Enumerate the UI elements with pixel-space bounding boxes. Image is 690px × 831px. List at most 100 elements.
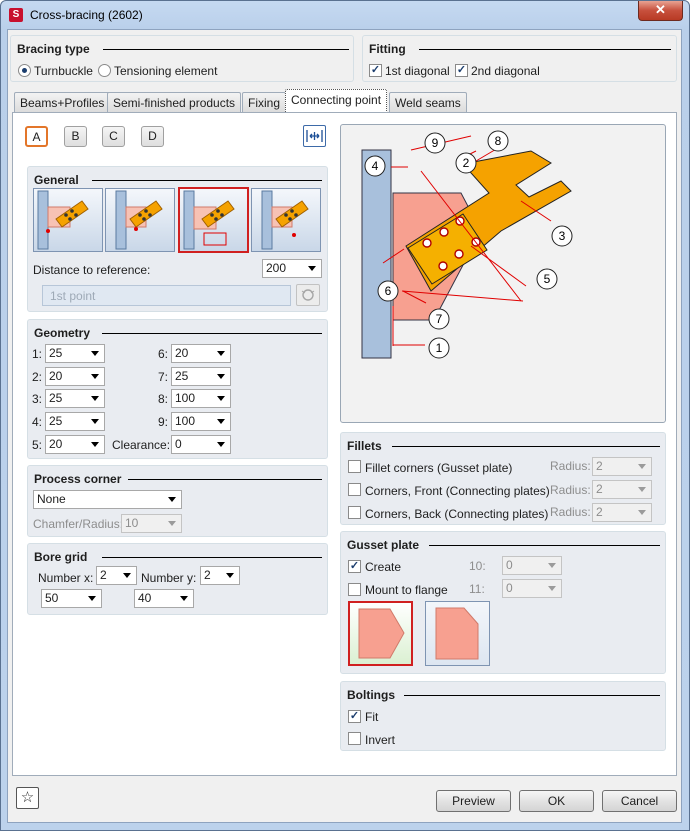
dimension-label-6: 6 bbox=[385, 284, 392, 298]
group-rule bbox=[392, 446, 660, 447]
corners-back-radius-label: Radius: bbox=[550, 505, 591, 519]
title-bar[interactable]: S Cross-bracing (2602) ✕ bbox=[1, 1, 689, 29]
second-diagonal-label[interactable]: 2nd diagonal bbox=[471, 64, 540, 78]
geometry-9-combo[interactable]: 100 bbox=[171, 412, 231, 431]
number-x-combo[interactable]: 2 bbox=[96, 566, 137, 585]
mount-to-flange-label[interactable]: Mount to flange bbox=[365, 583, 448, 597]
geometry-title: Geometry bbox=[34, 326, 95, 340]
geometry-1-label: 1: bbox=[32, 347, 43, 361]
spacing-y-combo[interactable]: 40 bbox=[134, 589, 194, 608]
geometry-1-combo[interactable]: 25 bbox=[45, 344, 105, 363]
cancel-button[interactable]: Cancel bbox=[602, 790, 677, 812]
geometry-3-label: 3: bbox=[32, 392, 43, 406]
variant-a-button[interactable]: A bbox=[25, 126, 48, 147]
turnbuckle-label[interactable]: Turnbuckle bbox=[34, 64, 93, 78]
create-gusset-label[interactable]: Create bbox=[365, 560, 401, 574]
dimension-label-3: 3 bbox=[559, 229, 566, 243]
dimension-label-5: 5 bbox=[544, 272, 551, 286]
geometry-7-label: 7: bbox=[158, 370, 169, 384]
fillet-corners-label[interactable]: Fillet corners (Gusset plate) bbox=[365, 461, 512, 475]
favorite-star-icon[interactable]: ☆ bbox=[16, 787, 39, 809]
gusset-shape-2[interactable] bbox=[425, 601, 490, 666]
corners-front-label[interactable]: Corners, Front (Connecting plates) bbox=[365, 484, 550, 498]
clearance-combo[interactable]: 0 bbox=[171, 435, 231, 454]
dimension-label-7: 7 bbox=[436, 312, 443, 326]
geometry-2-label: 2: bbox=[32, 370, 43, 384]
variant-b-button[interactable]: B bbox=[64, 126, 87, 147]
pick-point-button[interactable] bbox=[296, 284, 320, 306]
fillet-corners-radius-combo[interactable]: 2 bbox=[592, 457, 652, 476]
create-gusset-checkbox[interactable]: ✓ bbox=[348, 560, 361, 573]
number-y-label: Number y: bbox=[141, 571, 197, 585]
corners-back-radius-combo[interactable]: 2 bbox=[592, 503, 652, 522]
geometry-6-label: 6: bbox=[158, 347, 169, 361]
second-diagonal-checkbox[interactable]: ✓ bbox=[455, 64, 468, 77]
tensioning-element-radio[interactable] bbox=[98, 64, 111, 77]
preview-button[interactable]: Preview bbox=[436, 790, 511, 812]
geometry-3-combo[interactable]: 25 bbox=[45, 389, 105, 408]
variant-d-button[interactable]: D bbox=[141, 126, 164, 147]
close-button[interactable]: ✕ bbox=[638, 1, 683, 21]
connection-tile-2[interactable] bbox=[105, 188, 175, 252]
number-y-combo[interactable]: 2 bbox=[200, 566, 240, 585]
process-corner-combo[interactable]: None bbox=[33, 490, 182, 509]
tab-semi-finished-products[interactable]: Semi-finished products bbox=[107, 92, 242, 112]
connection-tile-1[interactable] bbox=[33, 188, 103, 252]
chamfer-radius-combo[interactable]: 10 bbox=[121, 514, 182, 533]
geometry-8-combo[interactable]: 100 bbox=[171, 389, 231, 408]
gusset-plate-title: Gusset plate bbox=[347, 538, 424, 552]
geometry-4-combo[interactable]: 25 bbox=[45, 412, 105, 431]
mount-to-flange-checkbox[interactable] bbox=[348, 583, 361, 596]
geometry-6-combo[interactable]: 20 bbox=[171, 344, 231, 363]
corners-front-radius-combo[interactable]: 2 bbox=[592, 480, 652, 499]
boltings-title: Boltings bbox=[347, 688, 399, 702]
group-rule bbox=[92, 180, 322, 181]
invert-label[interactable]: Invert bbox=[365, 733, 395, 747]
tab-weld-seams[interactable]: Weld seams bbox=[389, 92, 467, 112]
tensioning-element-label[interactable]: Tensioning element bbox=[114, 64, 217, 78]
invert-checkbox[interactable] bbox=[348, 732, 361, 745]
parameter-11-label: 11: bbox=[469, 582, 485, 596]
dimension-label-4: 4 bbox=[372, 159, 379, 173]
gusset-shape-1[interactable] bbox=[348, 601, 413, 666]
variant-c-button[interactable]: C bbox=[102, 126, 125, 147]
spacing-icon bbox=[306, 130, 323, 142]
spacing-x-combo[interactable]: 50 bbox=[41, 589, 102, 608]
group-rule bbox=[429, 545, 660, 546]
group-rule bbox=[404, 695, 660, 696]
geometry-5-combo[interactable]: 20 bbox=[45, 435, 105, 454]
first-diagonal-checkbox[interactable]: ✓ bbox=[369, 64, 382, 77]
geometry-8-label: 8: bbox=[158, 392, 169, 406]
fillet-corners-checkbox[interactable] bbox=[348, 460, 361, 473]
fit-checkbox[interactable]: ✓ bbox=[348, 710, 361, 723]
tab-fixing[interactable]: Fixing bbox=[242, 92, 287, 112]
geometry-4-label: 4: bbox=[32, 415, 43, 429]
first-diagonal-label[interactable]: 1st diagonal bbox=[385, 64, 450, 78]
fit-label[interactable]: Fit bbox=[365, 710, 378, 724]
chamfer-radius-label: Chamfer/Radius: bbox=[33, 517, 124, 531]
dimension-label-1: 1 bbox=[436, 341, 443, 355]
parameter-11-combo[interactable]: 0 bbox=[502, 579, 562, 598]
geometry-2-combo[interactable]: 20 bbox=[45, 367, 105, 386]
group-rule bbox=[102, 333, 322, 334]
parameter-10-combo[interactable]: 0 bbox=[502, 556, 562, 575]
group-rule bbox=[419, 49, 671, 50]
parameter-10-label: 10: bbox=[469, 559, 486, 573]
corners-front-checkbox[interactable] bbox=[348, 483, 361, 496]
corners-back-label[interactable]: Corners, Back (Connecting plates) bbox=[365, 507, 548, 521]
group-rule bbox=[128, 479, 322, 480]
connection-tile-4[interactable] bbox=[251, 188, 321, 252]
turnbuckle-radio[interactable] bbox=[18, 64, 31, 77]
tab-beams-profiles[interactable]: Beams+Profiles bbox=[14, 92, 111, 112]
connection-tile-3[interactable] bbox=[178, 187, 249, 253]
distance-to-reference-combo[interactable]: 200 bbox=[262, 259, 322, 278]
geometry-7-combo[interactable]: 25 bbox=[171, 367, 231, 386]
tab-connecting-point[interactable]: Connecting point bbox=[285, 89, 388, 113]
corners-back-checkbox[interactable] bbox=[348, 506, 361, 519]
bracing-type-title: Bracing type bbox=[17, 42, 94, 56]
geometry-9-label: 9: bbox=[158, 415, 169, 429]
dimension-label-9: 9 bbox=[432, 136, 439, 150]
ok-button[interactable]: OK bbox=[519, 790, 594, 812]
first-point-field[interactable]: 1st point bbox=[42, 285, 291, 306]
symmetry-toggle-button[interactable] bbox=[303, 125, 326, 147]
